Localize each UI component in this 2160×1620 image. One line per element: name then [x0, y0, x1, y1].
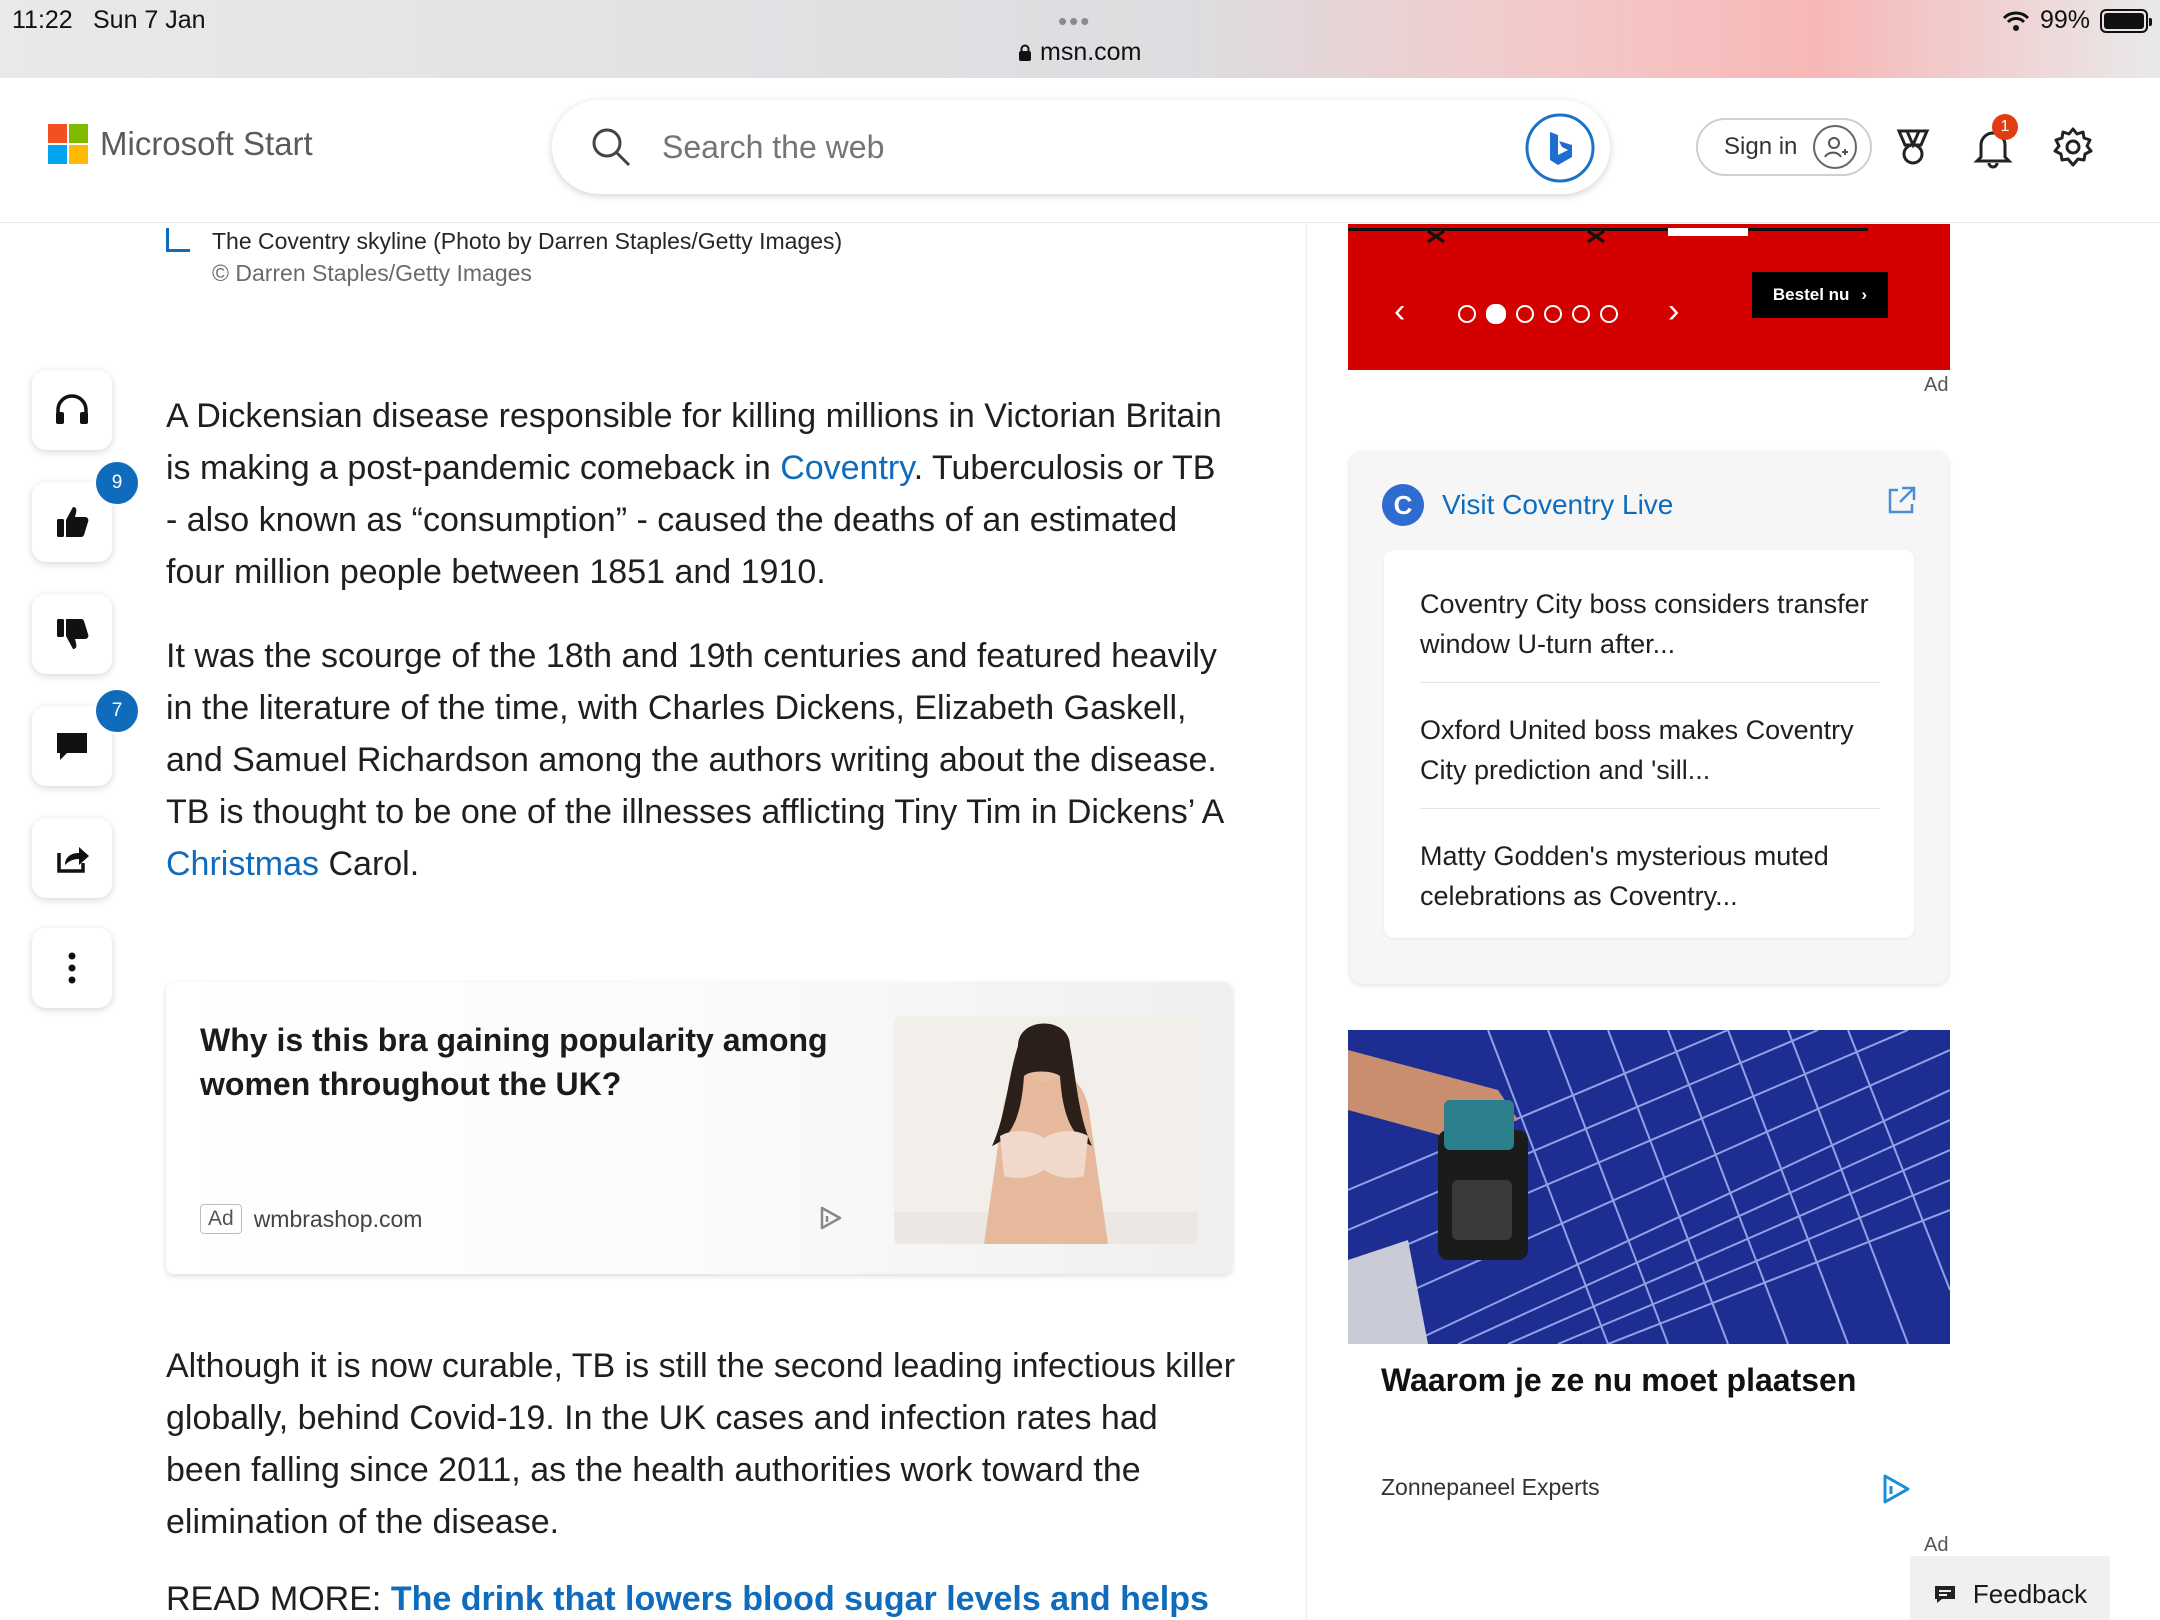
divider — [1420, 808, 1880, 809]
ad-product-image[interactable] — [894, 1016, 1198, 1244]
feedback-button[interactable]: Feedback — [1910, 1556, 2110, 1620]
inline-native-ad[interactable]: Why is this bra gaining popularity among… — [166, 982, 1232, 1274]
search-icon — [592, 128, 631, 167]
thumbs-up-icon — [57, 507, 89, 537]
notification-count-badge: 1 — [1992, 114, 2018, 140]
share-button[interactable] — [32, 818, 112, 898]
coventry-link[interactable]: Coventry — [780, 449, 914, 487]
user-avatar-icon — [1813, 125, 1858, 169]
like-count-badge: 9 — [94, 460, 140, 506]
publisher-logo: C — [1382, 484, 1424, 526]
image-caption: The Coventry skyline (Photo by Darren St… — [212, 228, 843, 254]
comment-count-badge: 7 — [94, 688, 140, 734]
site-header: Microsoft Start Sign in — [0, 78, 2160, 223]
tab-dots-icon[interactable]: ••• — [1058, 6, 1091, 37]
lock-icon — [1019, 44, 1031, 61]
publisher-title-link[interactable]: Visit Coventry Live — [1442, 489, 1673, 521]
feedback-label: Feedback — [1972, 1578, 2088, 1609]
sign-in-label: Sign in — [1724, 133, 1798, 160]
carousel-dot[interactable] — [1458, 305, 1476, 323]
chevron-right-icon: › — [1861, 285, 1868, 304]
dislike-button[interactable] — [32, 594, 112, 674]
logo-text: Microsoft Start — [100, 125, 313, 162]
more-vertical-icon — [68, 952, 76, 984]
bing-chat-icon[interactable] — [1524, 112, 1596, 184]
address-url: msn.com — [1040, 38, 1142, 66]
image-credit: © Darren Staples/Getty Images — [212, 260, 532, 286]
carousel-dots[interactable] — [1458, 304, 1618, 324]
tv-product-image — [1348, 228, 1868, 244]
microsoft-logo-icon — [48, 124, 88, 164]
adchoices-icon[interactable] — [816, 1204, 844, 1232]
ad-label: Ad — [1924, 374, 1949, 396]
solar-panel-ad-image[interactable] — [1348, 1030, 1950, 1344]
ios-status-bar: 11:22 Sun 7 Jan ••• msn.com 99% — [0, 0, 2160, 78]
read-more-label: READ MORE: — [166, 1580, 391, 1618]
headline-item[interactable]: Coventry City boss considers transfer wi… — [1420, 584, 1880, 664]
read-more: READ MORE: The drink that lowers blood s… — [166, 1580, 1209, 1619]
carousel-next-button[interactable]: › — [1668, 292, 1679, 331]
listen-button[interactable] — [32, 370, 112, 450]
battery-icon — [2100, 8, 2152, 33]
address-bar[interactable]: msn.com — [1018, 38, 1141, 67]
visit-coventry-live-card: C Visit Coventry Live Coventry City boss… — [1350, 452, 1948, 984]
headline-list: Coventry City boss considers transfer wi… — [1384, 550, 1914, 938]
carousel-dot[interactable] — [1572, 305, 1590, 323]
headline-item[interactable]: Oxford United boss makes Coventry City p… — [1420, 710, 1880, 790]
search-input[interactable] — [662, 124, 1462, 170]
carousel-dot[interactable] — [1544, 305, 1562, 323]
divider — [1420, 682, 1880, 683]
read-more-link[interactable]: The drink that lowers blood sugar levels… — [391, 1580, 1209, 1618]
article-paragraph-3: Although it is now curable, TB is still … — [166, 1347, 1236, 1541]
paragraph-text: Carol. — [319, 845, 420, 883]
share-icon — [57, 847, 89, 873]
carousel-dot[interactable] — [1600, 305, 1618, 323]
settings-gear-icon[interactable] — [2048, 122, 2098, 172]
ad-source: wmbrashop.com — [253, 1205, 423, 1232]
ad-title[interactable]: Why is this bra gaining popularity among… — [200, 1018, 860, 1106]
external-link-icon[interactable] — [1884, 484, 1918, 518]
headphones-icon — [56, 394, 88, 424]
feedback-icon — [1934, 1586, 1955, 1603]
battery-percent: 99% — [2039, 6, 2090, 34]
carousel-dot[interactable] — [1516, 305, 1534, 323]
wifi-icon — [2002, 11, 2030, 31]
thumbs-down-icon — [57, 619, 89, 649]
carousel-prev-button[interactable]: ‹ — [1394, 292, 1405, 331]
promo-ad-source: Zonnepaneel Experts — [1381, 1474, 1600, 1500]
carousel-banner-ad[interactable]: ‹ › Bestel nu › — [1348, 224, 1950, 370]
headline-item[interactable]: Matty Godden's mysterious muted celebrat… — [1420, 836, 1880, 916]
article-paragraph-1: A Dickensian disease responsible for kil… — [166, 390, 1236, 598]
column-divider — [1306, 224, 1307, 1620]
microsoft-start-logo[interactable]: Microsoft Start — [48, 124, 313, 164]
notifications-bell-icon[interactable]: 1 — [1968, 114, 2018, 172]
status-time: 11:22 — [12, 6, 73, 34]
christmas-link[interactable]: Christmas — [166, 845, 319, 883]
caption-marker — [166, 228, 190, 252]
adchoices-icon[interactable] — [1878, 1472, 1912, 1506]
bestel-nu-button[interactable]: Bestel nu › — [1752, 272, 1888, 318]
carousel-dot-active[interactable] — [1486, 304, 1506, 324]
status-date: Sun 7 Jan — [93, 6, 206, 34]
article-paragraph-2: It was the scourge of the 18th and 19th … — [166, 630, 1236, 890]
rewards-trophy-icon[interactable] — [1888, 122, 1938, 172]
bestel-label: Bestel nu — [1772, 285, 1850, 304]
search-box[interactable] — [552, 100, 1610, 194]
sign-in-button[interactable]: Sign in — [1696, 118, 1872, 176]
paragraph-text: It was the scourge of the 18th and 19th … — [166, 637, 1223, 831]
promo-ad-title[interactable]: Waarom je ze nu moet plaatsen — [1381, 1362, 1856, 1399]
ad-tag: Ad — [200, 1204, 242, 1234]
comment-icon — [57, 733, 87, 760]
ad-label: Ad — [1924, 1534, 1949, 1556]
more-options-button[interactable] — [32, 928, 112, 1008]
